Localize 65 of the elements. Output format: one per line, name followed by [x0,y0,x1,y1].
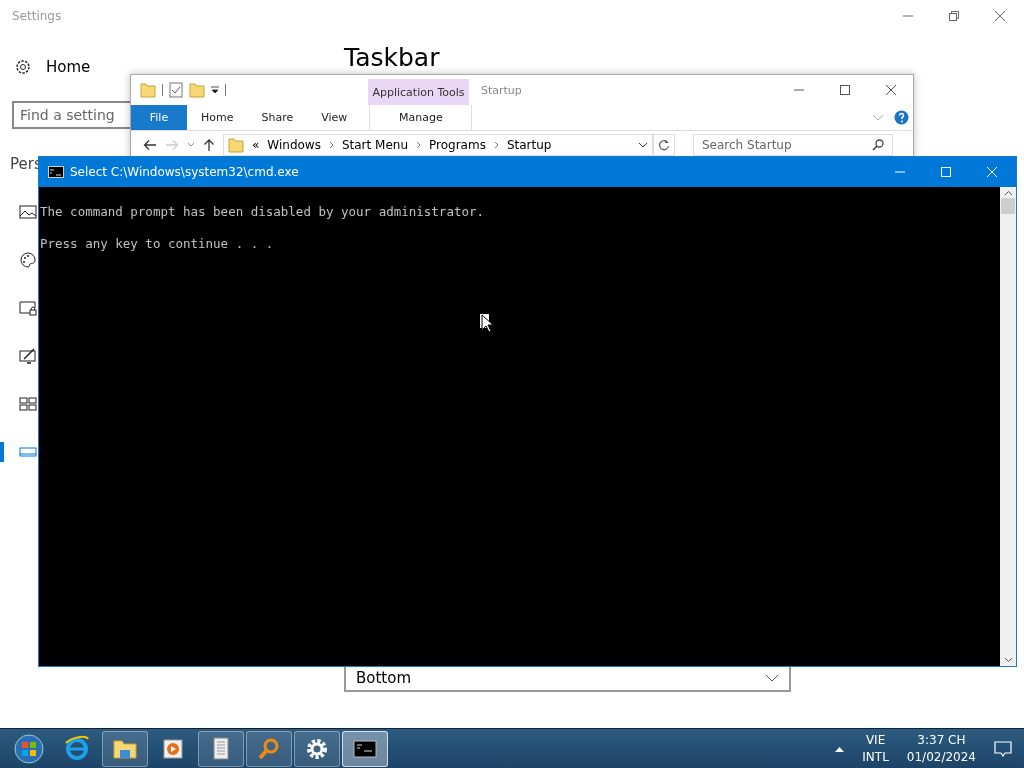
folder-icon [228,137,244,153]
scroll-down-icon[interactable] [1003,657,1013,663]
chevron-down-icon [765,673,779,682]
mouse-cursor-icon [480,314,494,334]
overflow-chevron[interactable]: « [252,138,260,152]
ribbon-tab[interactable]: Share [247,105,308,130]
chevron-right-icon [493,141,499,149]
console-line: Press any key to continue . . . [40,236,275,252]
dropdown-value: Bottom [356,668,412,687]
browser-icon [63,734,91,763]
scroll-up-icon[interactable] [1003,190,1013,196]
chevron-up-icon[interactable] [835,745,845,752]
file-menu-tab[interactable]: File [131,105,187,130]
close-icon[interactable] [994,10,1006,22]
restore-icon[interactable] [948,10,960,22]
breadcrumb[interactable]: Startup [506,138,552,152]
search-icon [872,139,884,151]
home-link[interactable]: Home [46,58,91,76]
ribbon-tab[interactable]: View [307,105,362,130]
palette-icon [19,251,37,269]
taskbar-button[interactable] [342,730,388,767]
ribbon-tab[interactable]: Home [187,105,248,130]
tiles-icon [19,395,37,413]
search-placeholder: Search Startup [702,138,792,152]
page-heading: Taskbar [344,43,440,73]
clock[interactable]: 3:37 CH 01/02/2024 [906,733,976,764]
start-orb-icon [14,733,44,764]
lock-screen-icon [19,299,37,317]
contextual-tab-header: Application Tools [368,79,469,105]
search-field[interactable]: Search Startup [693,134,893,156]
close-icon[interactable] [885,84,897,96]
taskbar-button[interactable] [198,730,244,767]
address-bar[interactable]: « Windows Start Menu Programs Startup [223,134,653,156]
input-language[interactable]: VIE INTL [862,733,889,764]
gear-icon[interactable] [14,58,32,76]
time: 3:37 CH [917,733,966,747]
window-title: Startup [481,83,522,97]
breadcrumb[interactable]: Programs [429,138,486,152]
breadcrumb[interactable]: Start Menu [341,138,408,152]
terminal-icon [48,166,64,178]
keyboard-layout: INTL [862,750,889,764]
help-icon[interactable] [894,110,909,125]
refresh-icon [658,139,670,151]
notification-icon[interactable] [994,739,1012,758]
dropdown-arrow-icon[interactable] [211,86,219,94]
window-title: Select C:\Windows\system32\cmd.exe [70,165,299,179]
back-arrow-icon[interactable] [143,139,157,151]
console-line: The command prompt has been disabled by your administrator. [40,204,485,220]
chevron-down-icon[interactable] [638,142,648,148]
properties-icon[interactable] [169,82,183,98]
search-field[interactable]: Find a setting [12,101,130,129]
scrollbar[interactable] [1000,187,1016,666]
refresh-button[interactable] [653,134,675,156]
maximize-icon[interactable] [839,84,851,96]
chevron-right-icon [328,141,334,149]
breadcrumb[interactable]: Windows [267,138,321,152]
window-title: Settings [12,9,62,23]
scroll-thumb[interactable] [1001,198,1015,214]
chevron-right-icon [416,141,421,149]
picture-icon [19,203,37,221]
taskbar-button[interactable] [294,730,340,767]
up-arrow-icon[interactable] [203,138,215,152]
brush-monitor-icon [19,347,37,365]
date: 01/02/2024 [906,750,976,764]
language-code: VIE [865,733,886,747]
